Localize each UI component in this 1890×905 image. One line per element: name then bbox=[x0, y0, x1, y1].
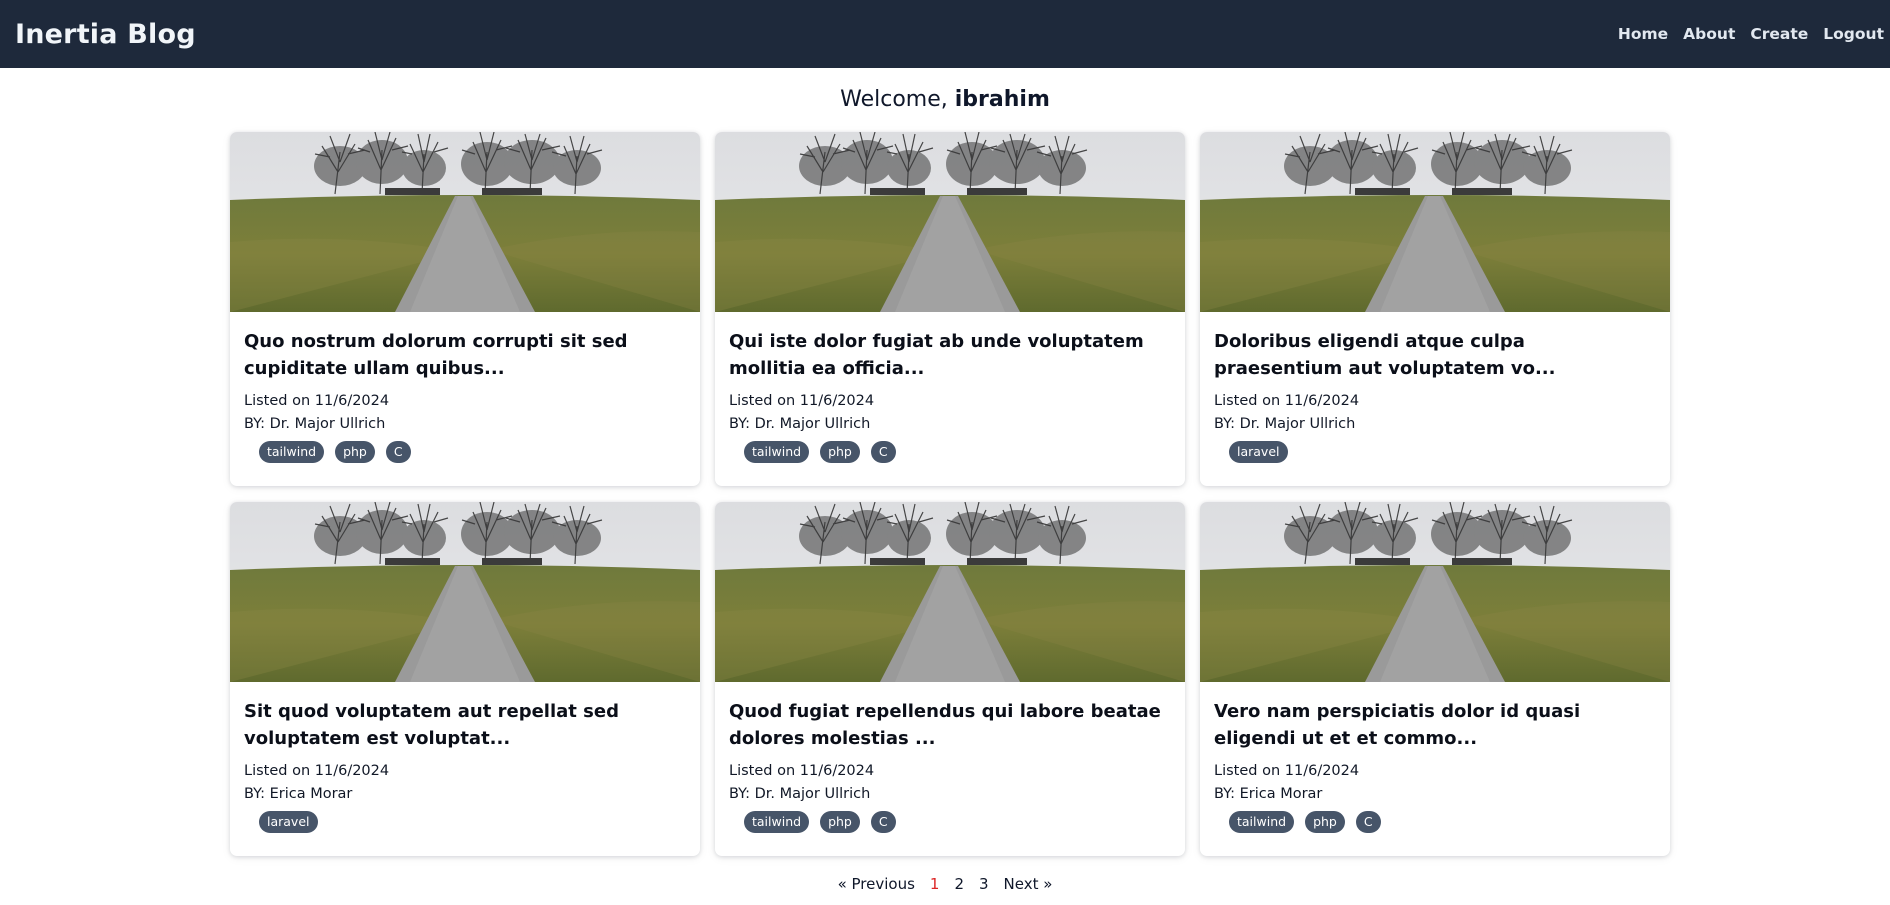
nav-logout-link[interactable]: Logout bbox=[1823, 25, 1884, 43]
nav-links: Home About Create Logout bbox=[1618, 25, 1884, 43]
tag-badge[interactable]: tailwind bbox=[1229, 811, 1295, 833]
post-card-body: Qui iste dolor fugiat ab unde voluptatem… bbox=[715, 312, 1185, 463]
nav-about-link[interactable]: About bbox=[1683, 25, 1735, 43]
post-card-body: Vero nam perspiciatis dolor id quasi eli… bbox=[1200, 682, 1670, 833]
tag-badge[interactable]: C bbox=[385, 441, 411, 463]
tag-badge[interactable]: tailwind bbox=[259, 441, 325, 463]
nav-create-link[interactable]: Create bbox=[1750, 25, 1808, 43]
tag-badge[interactable]: laravel bbox=[1229, 441, 1288, 463]
tag-badge[interactable]: tailwind bbox=[744, 441, 810, 463]
post-thumbnail-image bbox=[715, 502, 1185, 682]
tag-badge[interactable]: php bbox=[335, 441, 375, 463]
tag-badge[interactable]: php bbox=[1305, 811, 1345, 833]
tag-badge[interactable]: C bbox=[1355, 811, 1381, 833]
tag-badge[interactable]: laravel bbox=[259, 811, 318, 833]
page-link-3[interactable]: 3 bbox=[979, 875, 989, 893]
post-title[interactable]: Quo nostrum dolorum corrupti sit sed cup… bbox=[244, 328, 686, 382]
site-brand[interactable]: Inertia Blog bbox=[15, 19, 196, 50]
post-card[interactable]: Quod fugiat repellendus qui labore beata… bbox=[715, 502, 1185, 856]
page-link-1[interactable]: 1 bbox=[930, 875, 940, 893]
post-title[interactable]: Qui iste dolor fugiat ab unde voluptatem… bbox=[729, 328, 1171, 382]
post-grid: Quo nostrum dolorum corrupti sit sed cup… bbox=[230, 132, 1670, 856]
tag-badge[interactable]: C bbox=[870, 441, 896, 463]
post-author: BY: Dr. Major Ullrich bbox=[729, 416, 871, 432]
post-listed-date: Listed on 11/6/2024 bbox=[729, 393, 875, 409]
post-author: BY: Erica Morar bbox=[1214, 786, 1323, 802]
post-tags: tailwind php C bbox=[1214, 811, 1656, 833]
post-tags: laravel bbox=[244, 811, 686, 833]
post-title[interactable]: Quod fugiat repellendus qui labore beata… bbox=[729, 698, 1171, 752]
post-listed-date: Listed on 11/6/2024 bbox=[244, 393, 390, 409]
post-card[interactable]: Vero nam perspiciatis dolor id quasi eli… bbox=[1200, 502, 1670, 856]
post-author: BY: Dr. Major Ullrich bbox=[729, 786, 871, 802]
tag-badge[interactable]: php bbox=[820, 811, 860, 833]
nav-home-link[interactable]: Home bbox=[1618, 25, 1668, 43]
post-author: BY: Dr. Major Ullrich bbox=[1214, 416, 1356, 432]
post-tags: tailwind php C bbox=[244, 441, 686, 463]
post-author: BY: Erica Morar bbox=[244, 786, 353, 802]
post-listed-date: Listed on 11/6/2024 bbox=[1214, 393, 1360, 409]
previous-page-link[interactable]: « Previous bbox=[838, 875, 915, 893]
welcome-prefix: Welcome, bbox=[840, 87, 955, 112]
tag-badge[interactable]: php bbox=[820, 441, 860, 463]
post-title[interactable]: Sit quod voluptatem aut repellat sed vol… bbox=[244, 698, 686, 752]
post-card[interactable]: Doloribus eligendi atque culpa praesenti… bbox=[1200, 132, 1670, 486]
post-title[interactable]: Vero nam perspiciatis dolor id quasi eli… bbox=[1214, 698, 1656, 752]
post-listed-date: Listed on 11/6/2024 bbox=[729, 763, 875, 779]
post-tags: laravel bbox=[1214, 441, 1656, 463]
post-card[interactable]: Sit quod voluptatem aut repellat sed vol… bbox=[230, 502, 700, 856]
welcome-heading: Welcome, ibrahim bbox=[0, 85, 1890, 115]
post-card[interactable]: Quo nostrum dolorum corrupti sit sed cup… bbox=[230, 132, 700, 486]
post-card-body: Quo nostrum dolorum corrupti sit sed cup… bbox=[230, 312, 700, 463]
post-tags: tailwind php C bbox=[729, 441, 1171, 463]
top-navbar: Inertia Blog Home About Create Logout bbox=[0, 0, 1890, 68]
post-card[interactable]: Qui iste dolor fugiat ab unde voluptatem… bbox=[715, 132, 1185, 486]
post-thumbnail-image bbox=[715, 132, 1185, 312]
welcome-username: ibrahim bbox=[954, 87, 1050, 112]
next-page-link[interactable]: Next » bbox=[1004, 875, 1053, 893]
post-tags: tailwind php C bbox=[729, 811, 1171, 833]
tag-badge[interactable]: tailwind bbox=[744, 811, 810, 833]
post-listed-date: Listed on 11/6/2024 bbox=[244, 763, 390, 779]
post-card-body: Quod fugiat repellendus qui labore beata… bbox=[715, 682, 1185, 833]
tag-badge[interactable]: C bbox=[870, 811, 896, 833]
page-link-2[interactable]: 2 bbox=[954, 875, 964, 893]
post-thumbnail-image bbox=[1200, 502, 1670, 682]
post-listed-date: Listed on 11/6/2024 bbox=[1214, 763, 1360, 779]
post-thumbnail-image bbox=[230, 502, 700, 682]
pagination: « Previous 1 2 3 Next » bbox=[0, 875, 1890, 893]
post-author: BY: Dr. Major Ullrich bbox=[244, 416, 386, 432]
post-title[interactable]: Doloribus eligendi atque culpa praesenti… bbox=[1214, 328, 1656, 382]
post-thumbnail-image bbox=[230, 132, 700, 312]
post-card-body: Sit quod voluptatem aut repellat sed vol… bbox=[230, 682, 700, 833]
post-thumbnail-image bbox=[1200, 132, 1670, 312]
post-card-body: Doloribus eligendi atque culpa praesenti… bbox=[1200, 312, 1670, 463]
